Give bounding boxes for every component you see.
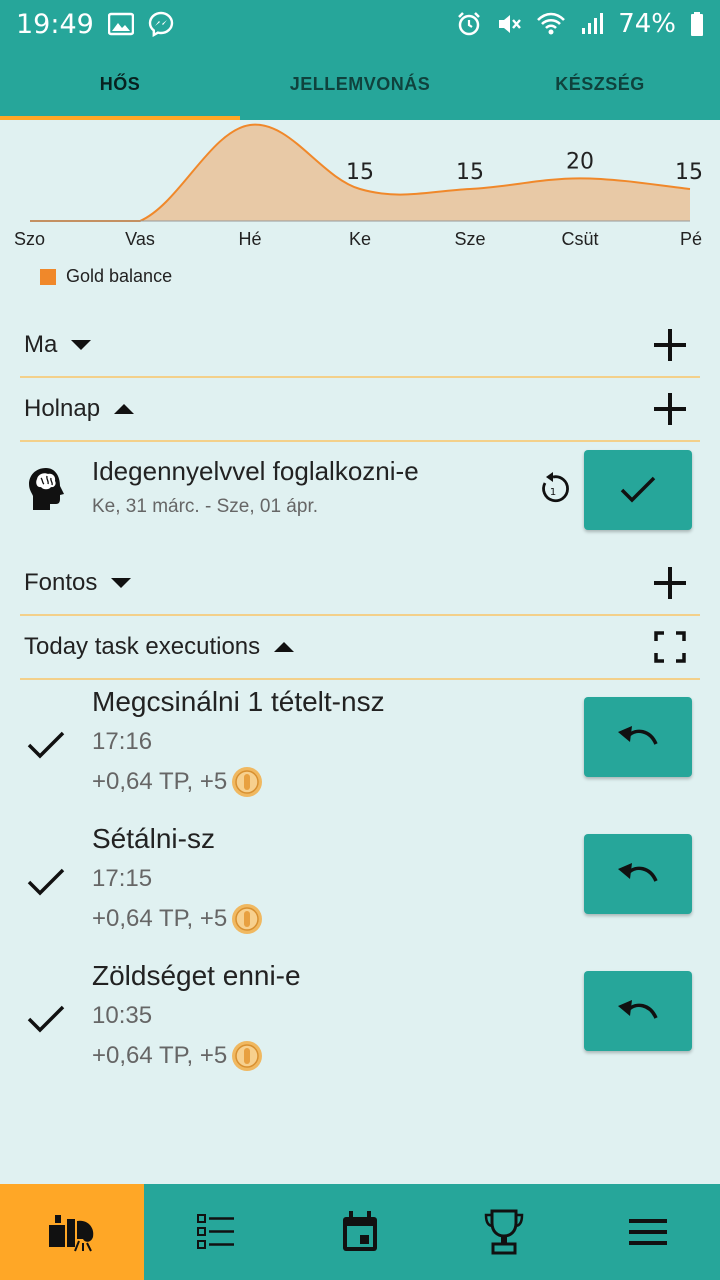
repeat-icon: 1: [542, 472, 569, 503]
execution-title: Zöldséget enni-e: [92, 960, 301, 991]
x-tick-label: Pé: [680, 229, 702, 249]
execution-reward-text: +0,64 TP, +5: [92, 905, 228, 932]
gold-coin-icon: [232, 904, 263, 934]
section-today[interactable]: Ma: [20, 314, 700, 378]
legend-swatch: [40, 268, 56, 285]
execution-row: Zöldséget enni-e 10:35 +0,64 TP, +5: [0, 960, 720, 1090]
nav-calendar[interactable]: [288, 1184, 432, 1280]
section-tomorrow-title: Holnap: [24, 395, 101, 422]
execution-reward: +0,64 TP, +5: [92, 766, 263, 798]
data-label: 15: [456, 160, 484, 185]
trophy-icon: [484, 1209, 524, 1255]
legend-label: Gold balance: [66, 266, 173, 286]
list-item[interactable]: Idegennyelvvel foglalkozni-e Ke, 31 márc…: [0, 446, 720, 546]
x-tick-label: Hé: [238, 229, 261, 249]
add-today-button[interactable]: [650, 325, 690, 365]
execution-title: Sétálni-sz: [92, 823, 215, 854]
x-tick-label: Szo: [14, 229, 45, 249]
signal-icon: [582, 13, 604, 34]
tab-bar: HŐS JELLEMVONÁS KÉSZSÉG: [0, 48, 720, 120]
x-tick-label: Vas: [125, 229, 155, 249]
section-tomorrow[interactable]: Holnap: [20, 378, 700, 442]
section-important[interactable]: Fontos: [20, 552, 700, 616]
add-tomorrow-button[interactable]: [650, 389, 690, 429]
execution-time: 17:16: [92, 728, 153, 755]
checkmark-icon: [620, 476, 656, 503]
mute-icon: [499, 15, 522, 33]
section-executions[interactable]: Today task executions: [20, 616, 700, 680]
undo-button[interactable]: [584, 697, 692, 777]
battery-icon: [691, 12, 703, 36]
fullscreen-icon[interactable]: [650, 627, 690, 667]
complete-task-button[interactable]: [584, 450, 692, 530]
x-tick-label: Sze: [454, 229, 485, 249]
execution-reward-text: +0,64 TP, +5: [92, 768, 228, 795]
data-label: 15: [346, 160, 374, 185]
alarm-icon: [458, 12, 481, 36]
image-icon: [107, 12, 134, 36]
expand-icon: [71, 340, 92, 350]
execution-title: Megcsinálni 1 tételt-nsz: [92, 686, 385, 717]
status-bar: 19:49 74%: [0, 0, 720, 48]
nav-achievements[interactable]: [432, 1184, 576, 1280]
messenger-icon: [148, 11, 174, 37]
x-tick-label: Ke: [349, 229, 371, 249]
battery-percent: 74%: [618, 9, 676, 39]
collapse-icon: [274, 642, 295, 652]
undo-button[interactable]: [584, 834, 692, 914]
add-important-button[interactable]: [650, 563, 690, 603]
execution-reward: +0,64 TP, +5: [92, 903, 263, 935]
status-time: 19:49: [16, 8, 94, 40]
tab-traits[interactable]: JELLEMVONÁS: [240, 48, 480, 120]
x-tick-label: Csüt: [561, 229, 598, 249]
section-important-title: Fontos: [24, 569, 98, 596]
task-title: Idegennyelvvel foglalkozni-e: [92, 456, 419, 486]
expand-icon: [111, 578, 132, 588]
tab-skills[interactable]: KÉSZSÉG: [480, 48, 720, 120]
wifi-icon: [537, 12, 566, 35]
gold-coin-icon: [232, 1041, 263, 1071]
chart-legend: Gold balance: [40, 266, 172, 287]
section-today-title: Ma: [24, 331, 58, 358]
data-label: 15: [675, 160, 703, 185]
done-check-icon: [27, 1005, 65, 1033]
data-label: 20: [566, 149, 594, 174]
list-icon: [197, 1214, 234, 1249]
undo-icon: [618, 863, 658, 882]
menu-icon: [629, 1219, 667, 1245]
section-executions-title: Today task executions: [24, 633, 261, 660]
repeat-count: 1: [550, 487, 556, 498]
nav-menu[interactable]: [576, 1184, 720, 1280]
hero-icon: [49, 1215, 94, 1252]
done-check-icon: [27, 731, 65, 759]
nav-tasks[interactable]: [144, 1184, 288, 1280]
undo-button[interactable]: [584, 971, 692, 1051]
done-check-icon: [27, 868, 65, 896]
execution-reward-text: +0,64 TP, +5: [92, 1042, 228, 1069]
execution-reward: +0,64 TP, +5: [92, 1040, 263, 1072]
undo-icon: [618, 1000, 658, 1019]
execution-time: 17:15: [92, 865, 153, 892]
tab-hero[interactable]: HŐS: [0, 48, 240, 120]
calendar-icon: [343, 1211, 377, 1251]
task-dates: Ke, 31 márc. - Sze, 01 ápr.: [92, 496, 318, 517]
bottom-navigation: [0, 1184, 720, 1280]
collapse-icon: [114, 404, 135, 414]
execution-row: Megcsinálni 1 tételt-nsz 17:16 +0,64 TP,…: [0, 686, 720, 816]
execution-row: Sétálni-sz 17:15 +0,64 TP, +5: [0, 823, 720, 953]
undo-icon: [618, 726, 658, 745]
brain-head-icon: [29, 468, 64, 510]
execution-time: 10:35: [92, 1002, 153, 1029]
gold-coin-icon: [232, 767, 263, 797]
nav-hero[interactable]: [0, 1184, 144, 1280]
